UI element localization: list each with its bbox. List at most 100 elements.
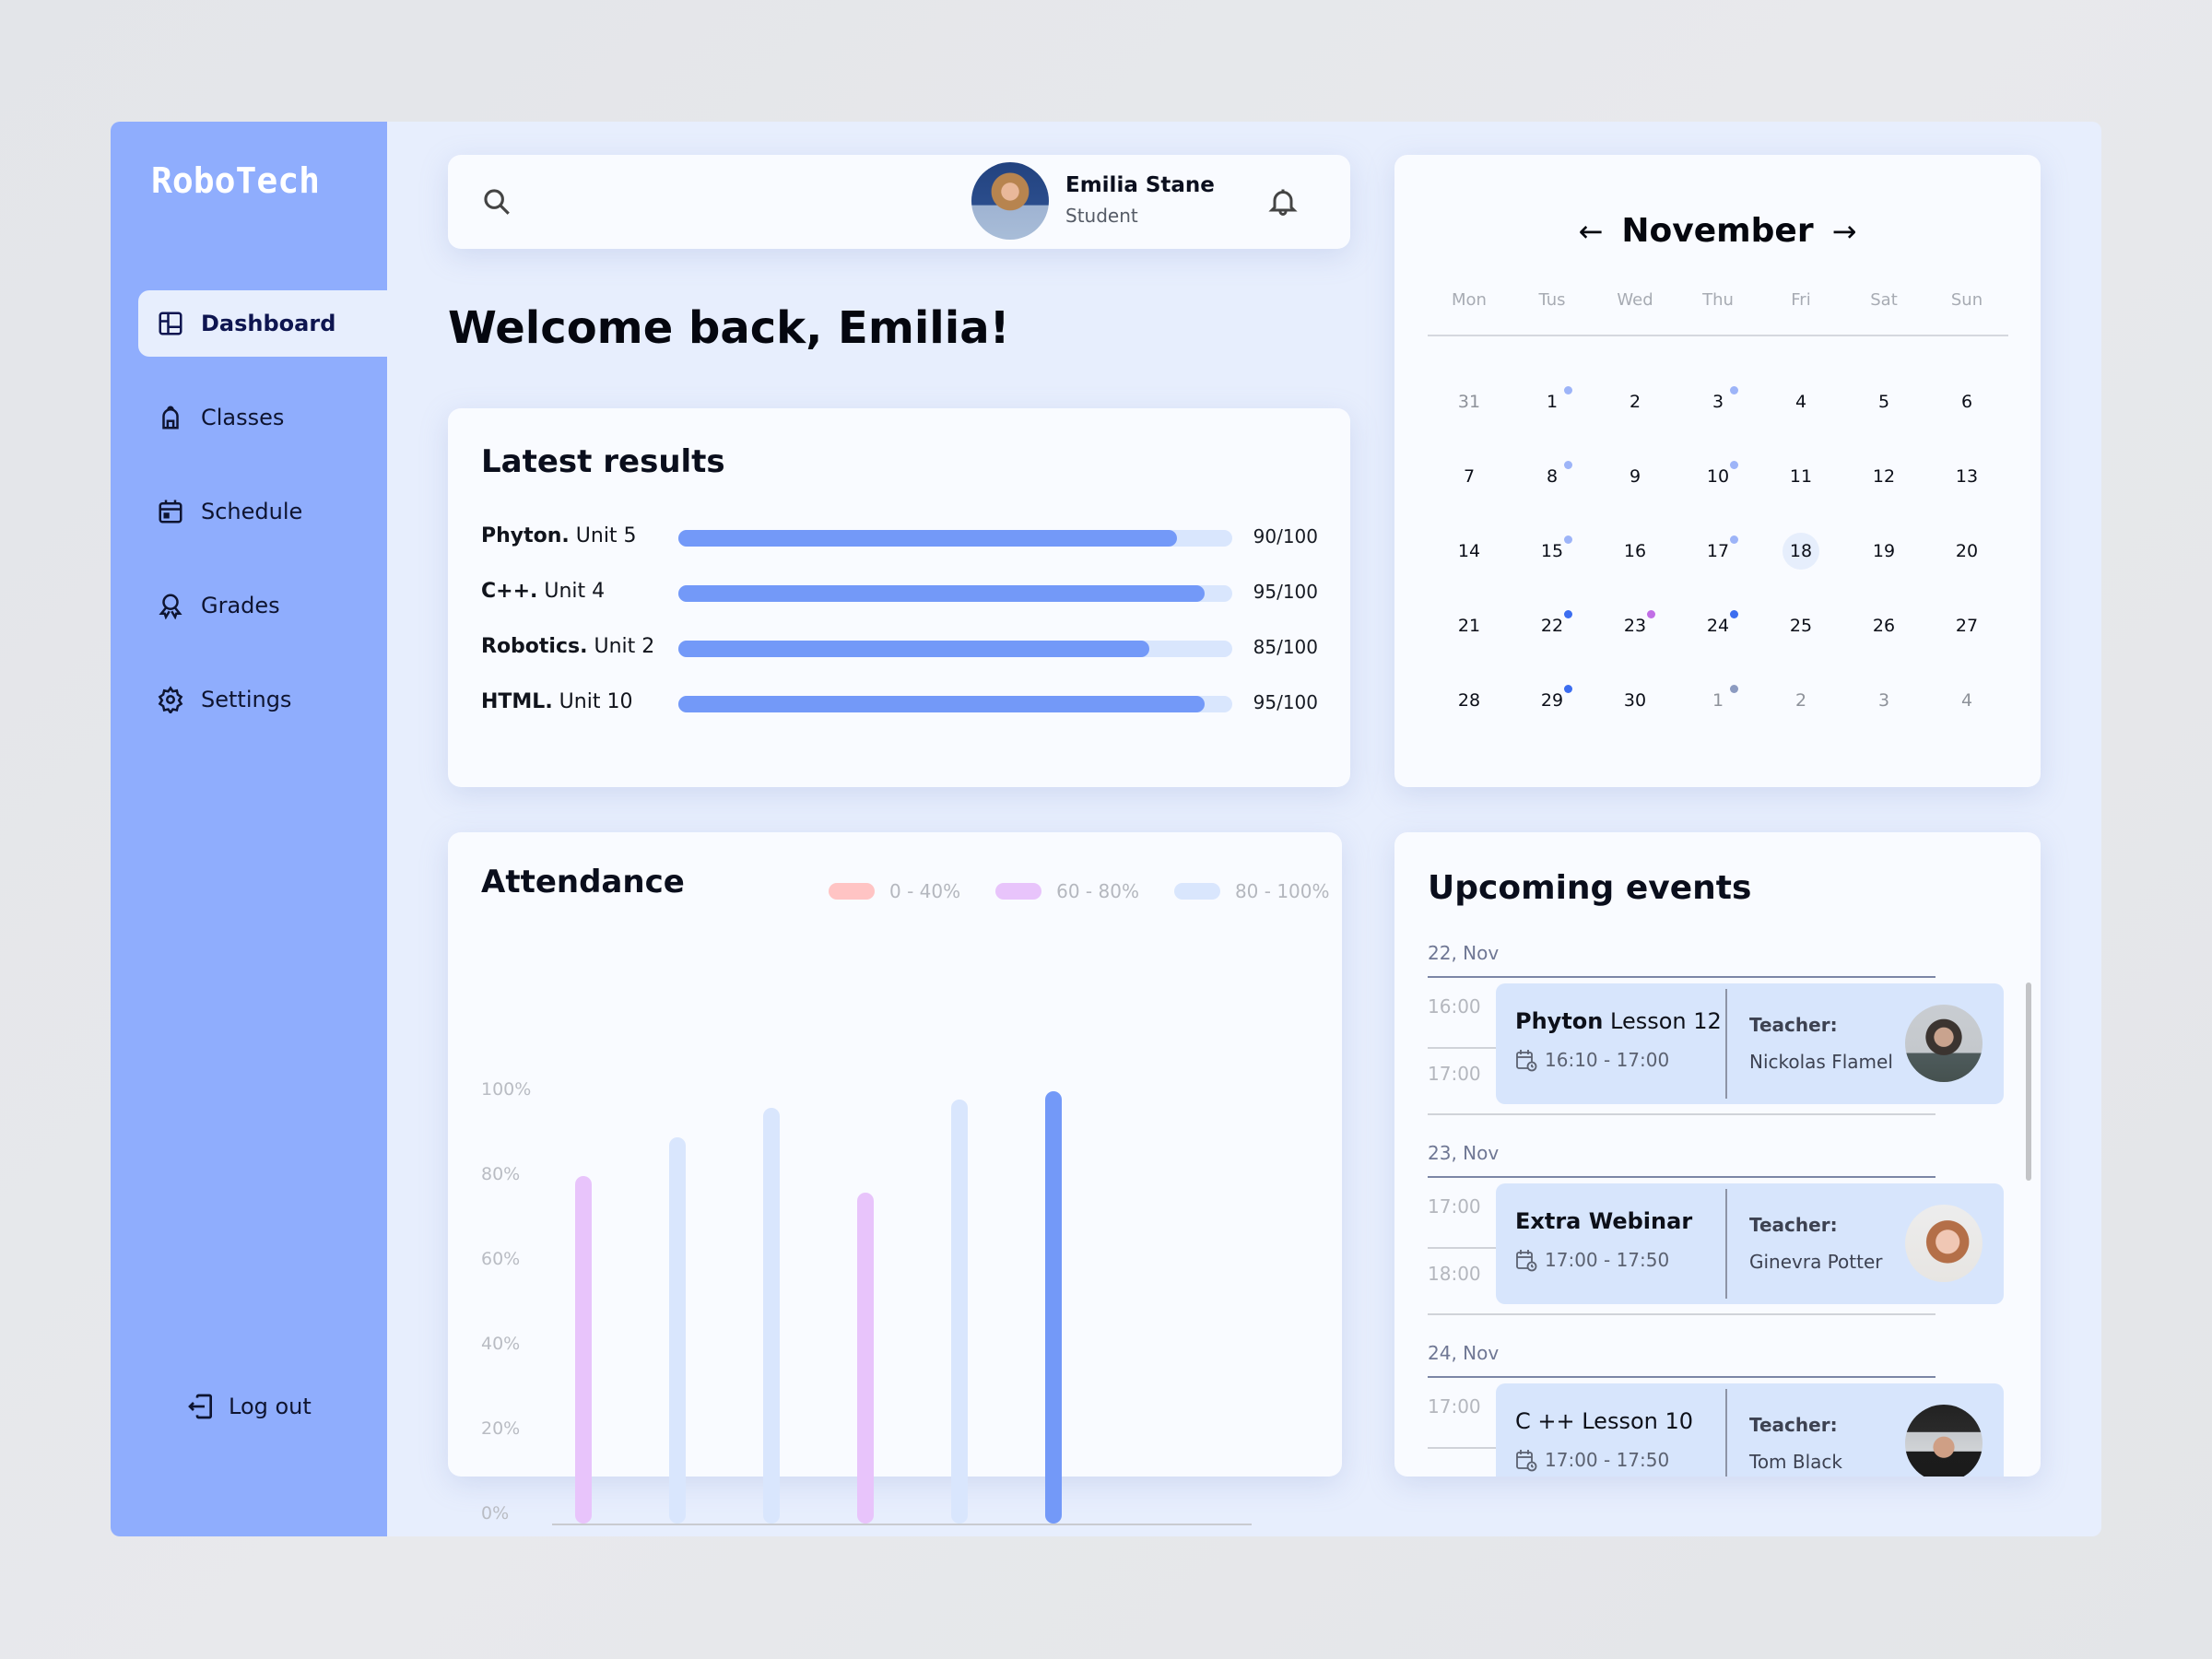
day-number: 4 bbox=[1960, 690, 1973, 711]
calendar-day[interactable]: 28 bbox=[1428, 673, 1511, 747]
calendar-day[interactable]: 5 bbox=[1842, 374, 1925, 449]
logout-button[interactable]: Log out bbox=[186, 1392, 312, 1421]
calendar-day[interactable]: 26 bbox=[1842, 598, 1925, 673]
logout-icon bbox=[188, 1394, 212, 1419]
calendar-day[interactable]: 10 bbox=[1677, 449, 1759, 524]
result-row: Phyton. Unit 5 90/100 bbox=[481, 524, 1318, 552]
sidebar-item-label: Grades bbox=[201, 593, 280, 618]
scrollbar[interactable] bbox=[2026, 982, 2031, 1181]
progress-bar bbox=[678, 585, 1232, 602]
calendar-day[interactable]: 18 bbox=[1759, 524, 1842, 598]
calendar-day[interactable]: 2 bbox=[1759, 673, 1842, 747]
calendar-day[interactable]: 31 bbox=[1428, 374, 1511, 449]
user-name: Emilia Stane bbox=[1065, 173, 1215, 197]
event-date: 23, Nov bbox=[1428, 1142, 1500, 1164]
sidebar-item-dashboard[interactable]: Dashboard bbox=[138, 290, 387, 357]
calendar-day[interactable]: 24 bbox=[1677, 598, 1759, 673]
calendar-day[interactable]: 13 bbox=[1925, 449, 2008, 524]
subject-name: HTML. bbox=[481, 690, 553, 713]
sidebar-item-label: Dashboard bbox=[201, 311, 336, 336]
dashboard-icon bbox=[159, 312, 182, 335]
event-card[interactable]: C ++ Lesson 10 17:00 - 17:50 Teacher: Tom B… bbox=[1496, 1383, 2004, 1477]
day-number: 3 bbox=[1700, 383, 1738, 420]
calendar-day[interactable]: 1 bbox=[1511, 374, 1594, 449]
calendar-day[interactable]: 8 bbox=[1511, 449, 1594, 524]
calendar-day[interactable]: 20 bbox=[1925, 524, 2008, 598]
y-tick-label: 60% bbox=[481, 1249, 521, 1269]
progress-fill bbox=[678, 641, 1149, 657]
bar-nov[interactable] bbox=[1045, 1090, 1062, 1524]
user-avatar[interactable] bbox=[971, 162, 1049, 240]
calendar-day[interactable]: 1 bbox=[1677, 673, 1759, 747]
card-title: Upcoming events bbox=[1428, 869, 1752, 907]
subject-name: Phyton. bbox=[481, 524, 570, 547]
sidebar-item-settings[interactable]: Settings bbox=[138, 666, 387, 733]
day-number: 27 bbox=[1955, 616, 1979, 636]
calendar-day[interactable]: 12 bbox=[1842, 449, 1925, 524]
weekday-label: Sun bbox=[1950, 290, 1983, 310]
bar-jul[interactable] bbox=[763, 1108, 780, 1524]
calendar-day[interactable]: 17 bbox=[1677, 524, 1759, 598]
bar-sep[interactable] bbox=[951, 1100, 968, 1524]
event-card[interactable]: Extra Webinar 17:00 - 17:50 Teacher: Ginevr… bbox=[1496, 1183, 2004, 1304]
weekday-label: Mon bbox=[1452, 290, 1487, 310]
y-tick-label: 0% bbox=[481, 1503, 510, 1524]
calendar-day[interactable]: 14 bbox=[1428, 524, 1511, 598]
calendar-clock-icon bbox=[1516, 1050, 1537, 1072]
event-title-rest: Lesson 12 bbox=[1603, 1008, 1722, 1034]
calendar-day[interactable]: 19 bbox=[1842, 524, 1925, 598]
sidebar-item-label: Classes bbox=[201, 405, 285, 430]
calendar-header: ← November → bbox=[1394, 212, 2041, 250]
latest-results-card: Latest results Phyton. Unit 5 90/100 C++. … bbox=[448, 408, 1350, 787]
progress-fill bbox=[678, 585, 1205, 602]
day-number: 28 bbox=[1457, 690, 1481, 711]
calendar-day[interactable]: 23 bbox=[1594, 598, 1677, 673]
calendar-day[interactable]: 2 bbox=[1594, 374, 1677, 449]
calendar-day[interactable]: 27 bbox=[1925, 598, 2008, 673]
y-tick-label: 20% bbox=[481, 1418, 521, 1439]
calendar-day[interactable]: 4 bbox=[1759, 374, 1842, 449]
event-dot bbox=[1730, 386, 1738, 394]
day-number: 24 bbox=[1700, 607, 1738, 644]
calendar-day[interactable]: 11 bbox=[1759, 449, 1842, 524]
y-tick-label: 80% bbox=[481, 1164, 521, 1184]
calendar-day[interactable]: 6 bbox=[1925, 374, 2008, 449]
calendar-day[interactable]: 3 bbox=[1677, 374, 1759, 449]
day-number: 23 bbox=[1617, 607, 1655, 644]
legend-label: 80 - 100% bbox=[1234, 880, 1330, 902]
day-number: 22 bbox=[1534, 607, 1572, 644]
bar-may[interactable] bbox=[575, 1175, 592, 1524]
teacher-name: Ginevra Potter bbox=[1749, 1251, 1883, 1273]
calendar-day[interactable]: 16 bbox=[1594, 524, 1677, 598]
calendar-day[interactable]: 9 bbox=[1594, 449, 1677, 524]
calendar-day[interactable]: 21 bbox=[1428, 598, 1511, 673]
event-card[interactable]: Phyton Lesson 12 16:10 - 17:00 Teacher: Nic… bbox=[1496, 983, 2004, 1104]
bell-icon[interactable] bbox=[1266, 185, 1300, 218]
sidebar-item-grades[interactable]: Grades bbox=[138, 572, 387, 639]
calendar-day[interactable]: 4 bbox=[1925, 673, 2008, 747]
weekday-label: Tus bbox=[1538, 290, 1566, 310]
calendar-day[interactable]: 3 bbox=[1842, 673, 1925, 747]
day-number: 6 bbox=[1960, 392, 1973, 412]
day-number: 3 bbox=[1877, 690, 1890, 711]
hour-line bbox=[1428, 1113, 1936, 1115]
event-time: 17:00 - 17:50 bbox=[1515, 1248, 1669, 1272]
weekday-label: Fri bbox=[1791, 290, 1811, 310]
result-score: 85/100 bbox=[1253, 636, 1318, 658]
calendar-day[interactable]: 7 bbox=[1428, 449, 1511, 524]
calendar-day[interactable]: 30 bbox=[1594, 673, 1677, 747]
search-icon[interactable] bbox=[481, 186, 512, 218]
arrow-left-icon[interactable]: ← bbox=[1579, 214, 1604, 249]
sidebar-item-schedule[interactable]: Schedule bbox=[138, 478, 387, 545]
sidebar-item-label: Schedule bbox=[201, 499, 303, 524]
calendar-day[interactable]: 25 bbox=[1759, 598, 1842, 673]
bar-aug[interactable] bbox=[857, 1193, 874, 1524]
bar-jun[interactable] bbox=[669, 1137, 686, 1524]
weekday-label: Thu bbox=[1702, 290, 1734, 310]
calendar-day[interactable]: 15 bbox=[1511, 524, 1594, 598]
calendar-day[interactable]: 22 bbox=[1511, 598, 1594, 673]
calendar-day[interactable]: 29 bbox=[1511, 673, 1594, 747]
arrow-right-icon[interactable]: → bbox=[1832, 214, 1857, 249]
day-number: 25 bbox=[1789, 616, 1813, 636]
sidebar-item-classes[interactable]: Classes bbox=[138, 384, 387, 451]
